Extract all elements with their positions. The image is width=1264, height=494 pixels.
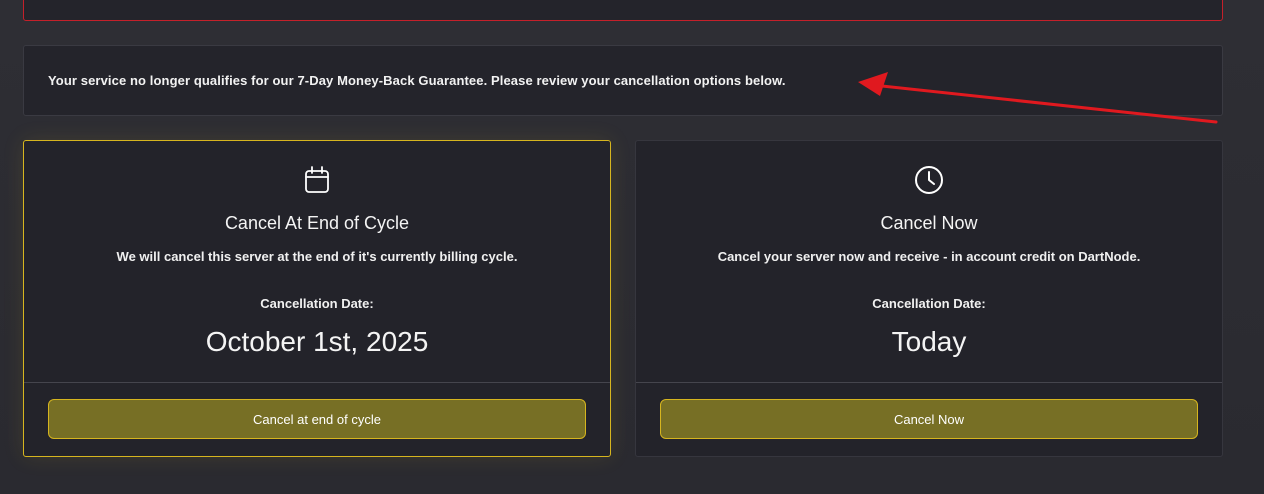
cancel-end-of-cycle-button[interactable]: Cancel at end of cycle: [48, 399, 586, 439]
guarantee-notice-text: Your service no longer qualifies for our…: [48, 73, 786, 88]
option-description: We will cancel this server at the end of…: [116, 249, 518, 264]
option-body: Cancel Now Cancel your server now and re…: [636, 141, 1222, 383]
option-description: Cancel your server now and receive - in …: [717, 249, 1141, 264]
cancel-now-button[interactable]: Cancel Now: [660, 399, 1198, 439]
option-title: Cancel At End of Cycle: [224, 213, 410, 233]
calendar-icon: [305, 166, 329, 193]
top-alert-panel: [23, 0, 1223, 21]
cancellation-date-label: Cancellation Date:: [260, 296, 374, 311]
divider: [24, 382, 610, 383]
divider: [636, 382, 1222, 383]
cancel-now-option[interactable]: Cancel Now Cancel your server now and re…: [635, 140, 1223, 457]
page: Your service no longer qualifies for our…: [0, 0, 1264, 494]
guarantee-notice: Your service no longer qualifies for our…: [23, 45, 1223, 116]
cancellation-date: Today: [891, 326, 967, 357]
clock-icon: [915, 166, 943, 194]
option-title: Cancel Now: [880, 213, 978, 233]
cancel-end-of-cycle-option[interactable]: Cancel At End of Cycle We will cancel th…: [23, 140, 611, 457]
cancellation-date-label: Cancellation Date:: [872, 296, 986, 311]
cancellation-date: October 1st, 2025: [205, 326, 429, 357]
option-body: Cancel At End of Cycle We will cancel th…: [24, 141, 610, 383]
